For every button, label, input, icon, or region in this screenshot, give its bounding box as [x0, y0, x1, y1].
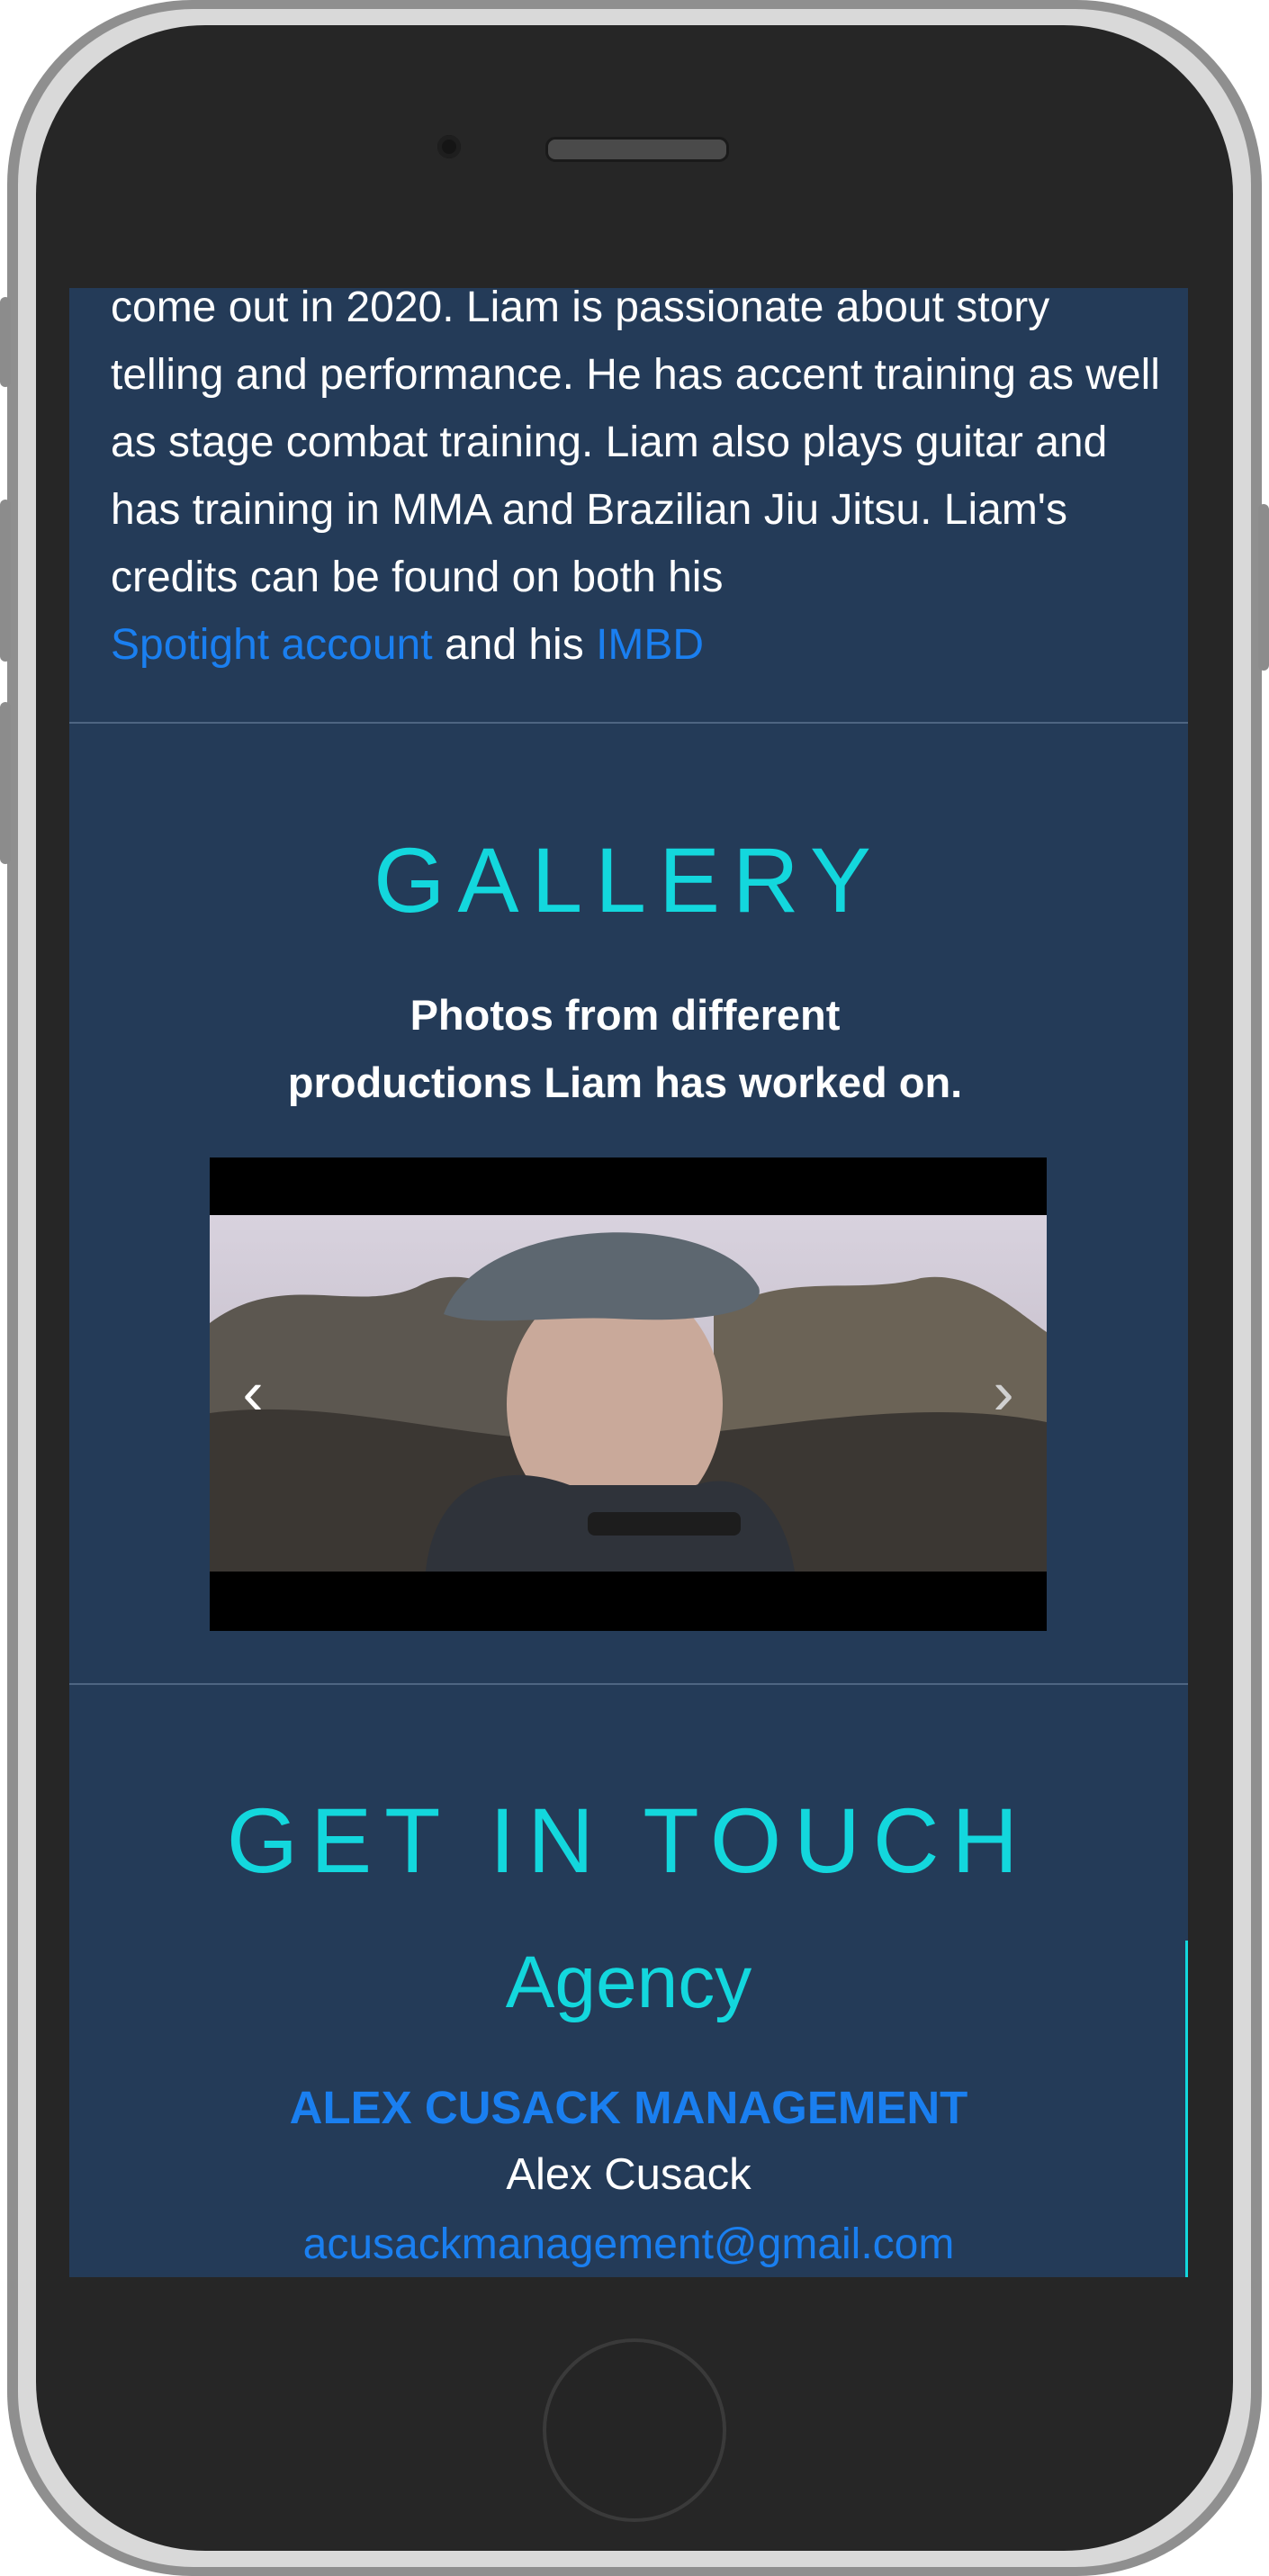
agent-email-link[interactable]: acusackmanagement@gmail.com [69, 2220, 1188, 2269]
section-divider [69, 1683, 1188, 1685]
screen: come out in 2020. Liam is passionate abo… [69, 288, 1188, 2277]
gallery-subtitle-line-1: Photos from different [410, 991, 841, 1039]
gallery-photo-image [210, 1215, 1047, 1572]
bio-text-between: and his [444, 621, 584, 669]
gallery-subtitle-line-2: productions Liam has worked on. [287, 1058, 963, 1106]
chevron-right-icon: › [993, 1357, 1014, 1428]
gallery-photo [210, 1215, 1047, 1572]
carousel-prev-arrow[interactable]: ‹ [226, 1359, 280, 1426]
carousel-next-arrow[interactable]: › [976, 1359, 1030, 1426]
bio-paragraph: come out in 2020. Liam is passionate abo… [111, 288, 1164, 679]
scroll-indicator[interactable] [1185, 1941, 1188, 2277]
home-button[interactable] [543, 2338, 726, 2522]
bio-text: come out in 2020. Liam is passionate abo… [111, 288, 1160, 601]
gallery-carousel: ‹ › [210, 1157, 1047, 1631]
chevron-left-icon: ‹ [242, 1357, 264, 1428]
phone-volume-up-button [0, 500, 11, 662]
front-camera-icon [437, 135, 461, 158]
phone-power-button [1258, 504, 1269, 671]
phone-mute-switch [0, 297, 11, 387]
agency-heading: Agency [505, 1941, 752, 2023]
contact-title: GET IN TOUCH [226, 1789, 1031, 1892]
phone-volume-down-button [0, 702, 11, 864]
imdb-link[interactable]: IMBD [596, 621, 704, 669]
gallery-title: GALLERY [374, 829, 884, 932]
section-divider [69, 722, 1188, 724]
earpiece-speaker [545, 137, 729, 162]
agency-name: ALEX CUSACK MANAGEMENT [289, 2082, 968, 2133]
spotlight-link[interactable]: Spotight account [111, 621, 433, 669]
agent-name: Alex Cusack [506, 2150, 752, 2199]
